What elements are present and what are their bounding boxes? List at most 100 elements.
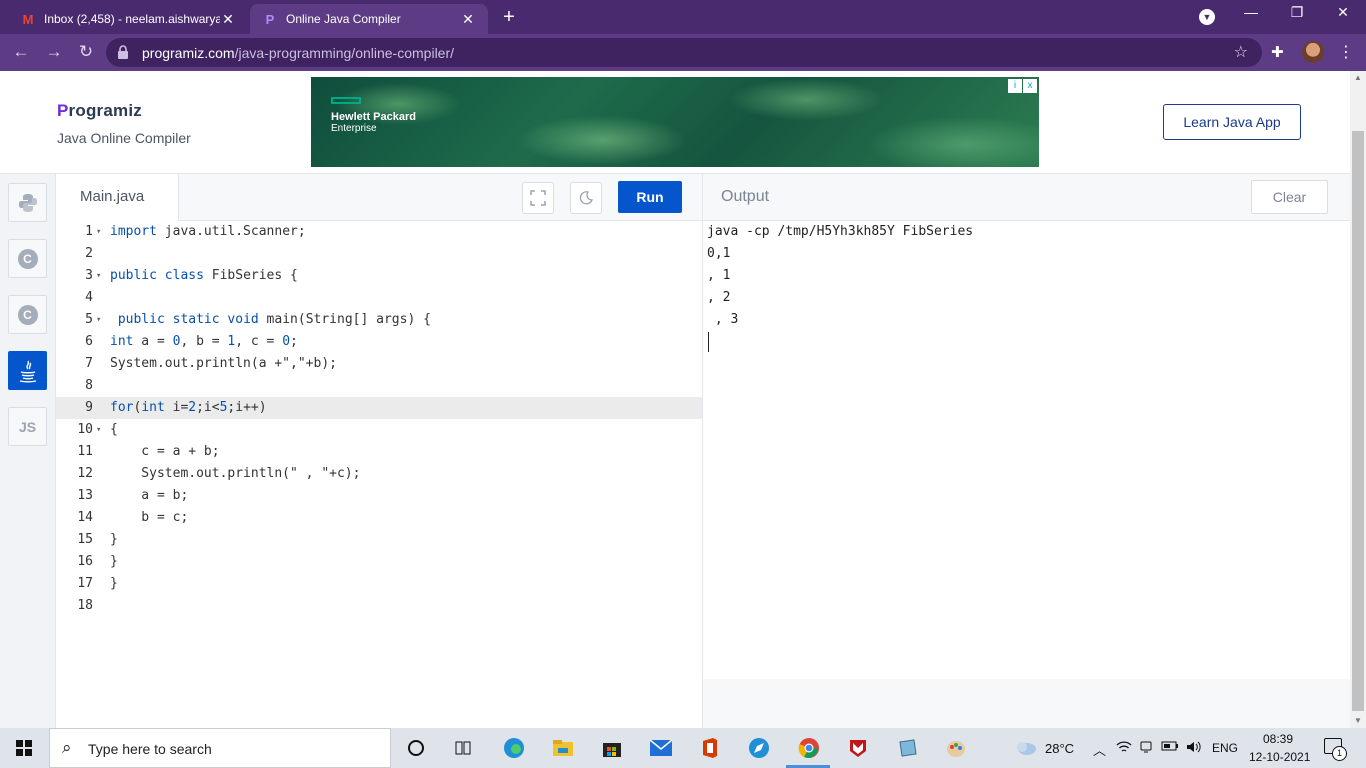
code-line[interactable]: 17}	[56, 573, 702, 595]
tab-gmail[interactable]: M Inbox (2,458) - neelam.aishwarya ✕	[8, 4, 248, 34]
code-line[interactable]: 10 ▾ {	[56, 419, 702, 441]
dark-mode-button[interactable]	[570, 182, 602, 214]
code-line[interactable]: 18	[56, 595, 702, 617]
line-number: 18	[77, 598, 93, 613]
forward-icon[interactable]: →	[43, 42, 65, 62]
language-javascript[interactable]: JS	[8, 407, 47, 446]
code-line[interactable]: 13 a = b;	[56, 485, 702, 507]
java-icon	[19, 360, 36, 382]
extensions-icon[interactable]: ✚	[1271, 43, 1284, 61]
advertisement-banner[interactable]: Hewlett Packard Enterprise i x	[311, 77, 1039, 167]
microsoft-store-icon[interactable]	[600, 736, 624, 760]
code-line[interactable]: 1 ▾ import java.util.Scanner;	[56, 221, 702, 243]
window-close-button[interactable]: ✕	[1328, 4, 1358, 21]
profile-avatar[interactable]	[1302, 41, 1324, 63]
page-subtitle: Java Online Compiler	[57, 130, 191, 146]
edge-icon[interactable]	[502, 736, 526, 760]
programiz-logo[interactable]: Programiz	[57, 101, 142, 121]
editor-toolbar: Main.java Run	[56, 174, 702, 221]
line-number: 13	[77, 488, 93, 503]
page-scrollbar[interactable]: ▲ ▼	[1350, 71, 1366, 728]
weather-temperature[interactable]: 28°C	[1045, 741, 1074, 756]
code-line[interactable]: 12 System.out.println(" , "+c);	[56, 463, 702, 485]
office-icon[interactable]	[698, 736, 722, 760]
ad-info-icon[interactable]: i	[1008, 79, 1022, 93]
code-line[interactable]: 4	[56, 287, 702, 309]
ad-choices[interactable]: i x	[1007, 79, 1037, 93]
clock-time[interactable]: 08:39	[1263, 732, 1293, 746]
url-field[interactable]: programiz.com/java-programming/online-co…	[106, 38, 1262, 67]
meet-now-icon[interactable]	[1139, 740, 1153, 757]
code-text: a = b;	[110, 488, 189, 503]
bookmark-star-icon[interactable]: ☆	[1234, 42, 1248, 62]
search-placeholder: Type here to search	[88, 741, 212, 757]
safari-like-icon[interactable]	[747, 736, 771, 760]
new-tab-button[interactable]: +	[498, 6, 520, 28]
weather-cloud-icon[interactable]	[1014, 738, 1038, 759]
ad-close-icon[interactable]: x	[1023, 79, 1037, 93]
restore-button[interactable]: ❐	[1282, 4, 1312, 21]
code-line[interactable]: 8	[56, 375, 702, 397]
code-text: }	[110, 576, 118, 591]
notepad-icon[interactable]	[895, 736, 919, 760]
tab-search-icon[interactable]: ▼	[1199, 9, 1215, 25]
file-tab-main-java[interactable]: Main.java	[56, 174, 179, 221]
show-hidden-icons-chevron[interactable]: ︿	[1093, 740, 1106, 759]
windows-start-icon[interactable]	[16, 740, 32, 756]
wifi-icon[interactable]	[1116, 740, 1132, 757]
close-tab-icon[interactable]: ✕	[460, 11, 476, 28]
taskbar-search[interactable]: ⌕ Type here to search	[49, 728, 391, 768]
fold-chevron-icon[interactable]: ▾	[96, 265, 101, 287]
output-console[interactable]: java -cp /tmp/H5Yh3kh85Y FibSeries 0,1 ,…	[703, 221, 1350, 679]
mail-icon[interactable]	[649, 736, 673, 760]
code-line[interactable]: 14 b = c;	[56, 507, 702, 529]
code-line[interactable]: 2	[56, 243, 702, 265]
output-line: java -cp /tmp/H5Yh3kh85Y FibSeries	[707, 224, 974, 239]
code-line[interactable]: 15}	[56, 529, 702, 551]
code-line[interactable]: 5 ▾ public static void main(String[] args…	[56, 309, 702, 331]
fold-chevron-icon[interactable]: ▾	[96, 309, 101, 331]
code-line[interactable]: 11 c = a + b;	[56, 441, 702, 463]
line-number: 1	[85, 224, 93, 239]
cortana-icon[interactable]	[404, 736, 428, 760]
menu-kebab-icon[interactable]: ⋮	[1338, 42, 1354, 62]
fullscreen-button[interactable]	[522, 182, 554, 214]
language-python[interactable]	[8, 183, 47, 222]
close-tab-icon[interactable]: ✕	[220, 11, 236, 28]
paint-icon[interactable]	[944, 736, 968, 760]
reload-icon[interactable]: ↻	[75, 42, 97, 62]
back-icon[interactable]: ←	[10, 42, 32, 62]
output-footer-area	[703, 679, 1350, 728]
language-c[interactable]: C	[8, 239, 47, 278]
scroll-down-icon[interactable]: ▼	[1350, 714, 1366, 728]
file-explorer-icon[interactable]	[551, 736, 575, 760]
code-line[interactable]: 6 int a = 0, b = 1, c = 0;	[56, 331, 702, 353]
code-line[interactable]: 7 System.out.println(a +","+b);	[56, 353, 702, 375]
run-button[interactable]: Run	[618, 181, 682, 213]
tab-online-java-compiler[interactable]: P Online Java Compiler ✕	[250, 4, 488, 34]
code-line[interactable]: 9 for(int i=2;i<5;i++)	[56, 397, 702, 419]
code-text: }	[110, 554, 118, 569]
minimize-button[interactable]: —	[1236, 4, 1266, 20]
line-number: 16	[77, 554, 93, 569]
language-java[interactable]	[8, 351, 47, 390]
language-cpp[interactable]: C	[8, 295, 47, 334]
scroll-up-icon[interactable]: ▲	[1350, 71, 1366, 85]
chrome-icon[interactable]	[797, 736, 821, 760]
scrollbar-thumb[interactable]	[1352, 131, 1364, 711]
address-bar-row: ← → ↻ programiz.com/java-programming/onl…	[0, 34, 1366, 71]
clock-date[interactable]: 12-10-2021	[1249, 750, 1310, 764]
fold-chevron-icon[interactable]: ▾	[96, 419, 101, 441]
code-line[interactable]: 16}	[56, 551, 702, 573]
volume-icon[interactable]	[1185, 740, 1203, 757]
learn-java-app-button[interactable]: Learn Java App	[1163, 104, 1301, 140]
task-view-icon[interactable]	[451, 736, 475, 760]
code-line[interactable]: 3 ▾ public class FibSeries {	[56, 265, 702, 287]
fold-chevron-icon[interactable]: ▾	[96, 221, 101, 243]
mcafee-icon[interactable]	[846, 736, 870, 760]
line-number: 15	[77, 532, 93, 547]
input-language[interactable]: ENG	[1212, 741, 1238, 755]
clear-button[interactable]: Clear	[1251, 180, 1328, 214]
battery-icon[interactable]	[1161, 740, 1179, 755]
code-editor[interactable]: 1 ▾ import java.util.Scanner; 2 3 ▾ public cla…	[56, 221, 702, 728]
